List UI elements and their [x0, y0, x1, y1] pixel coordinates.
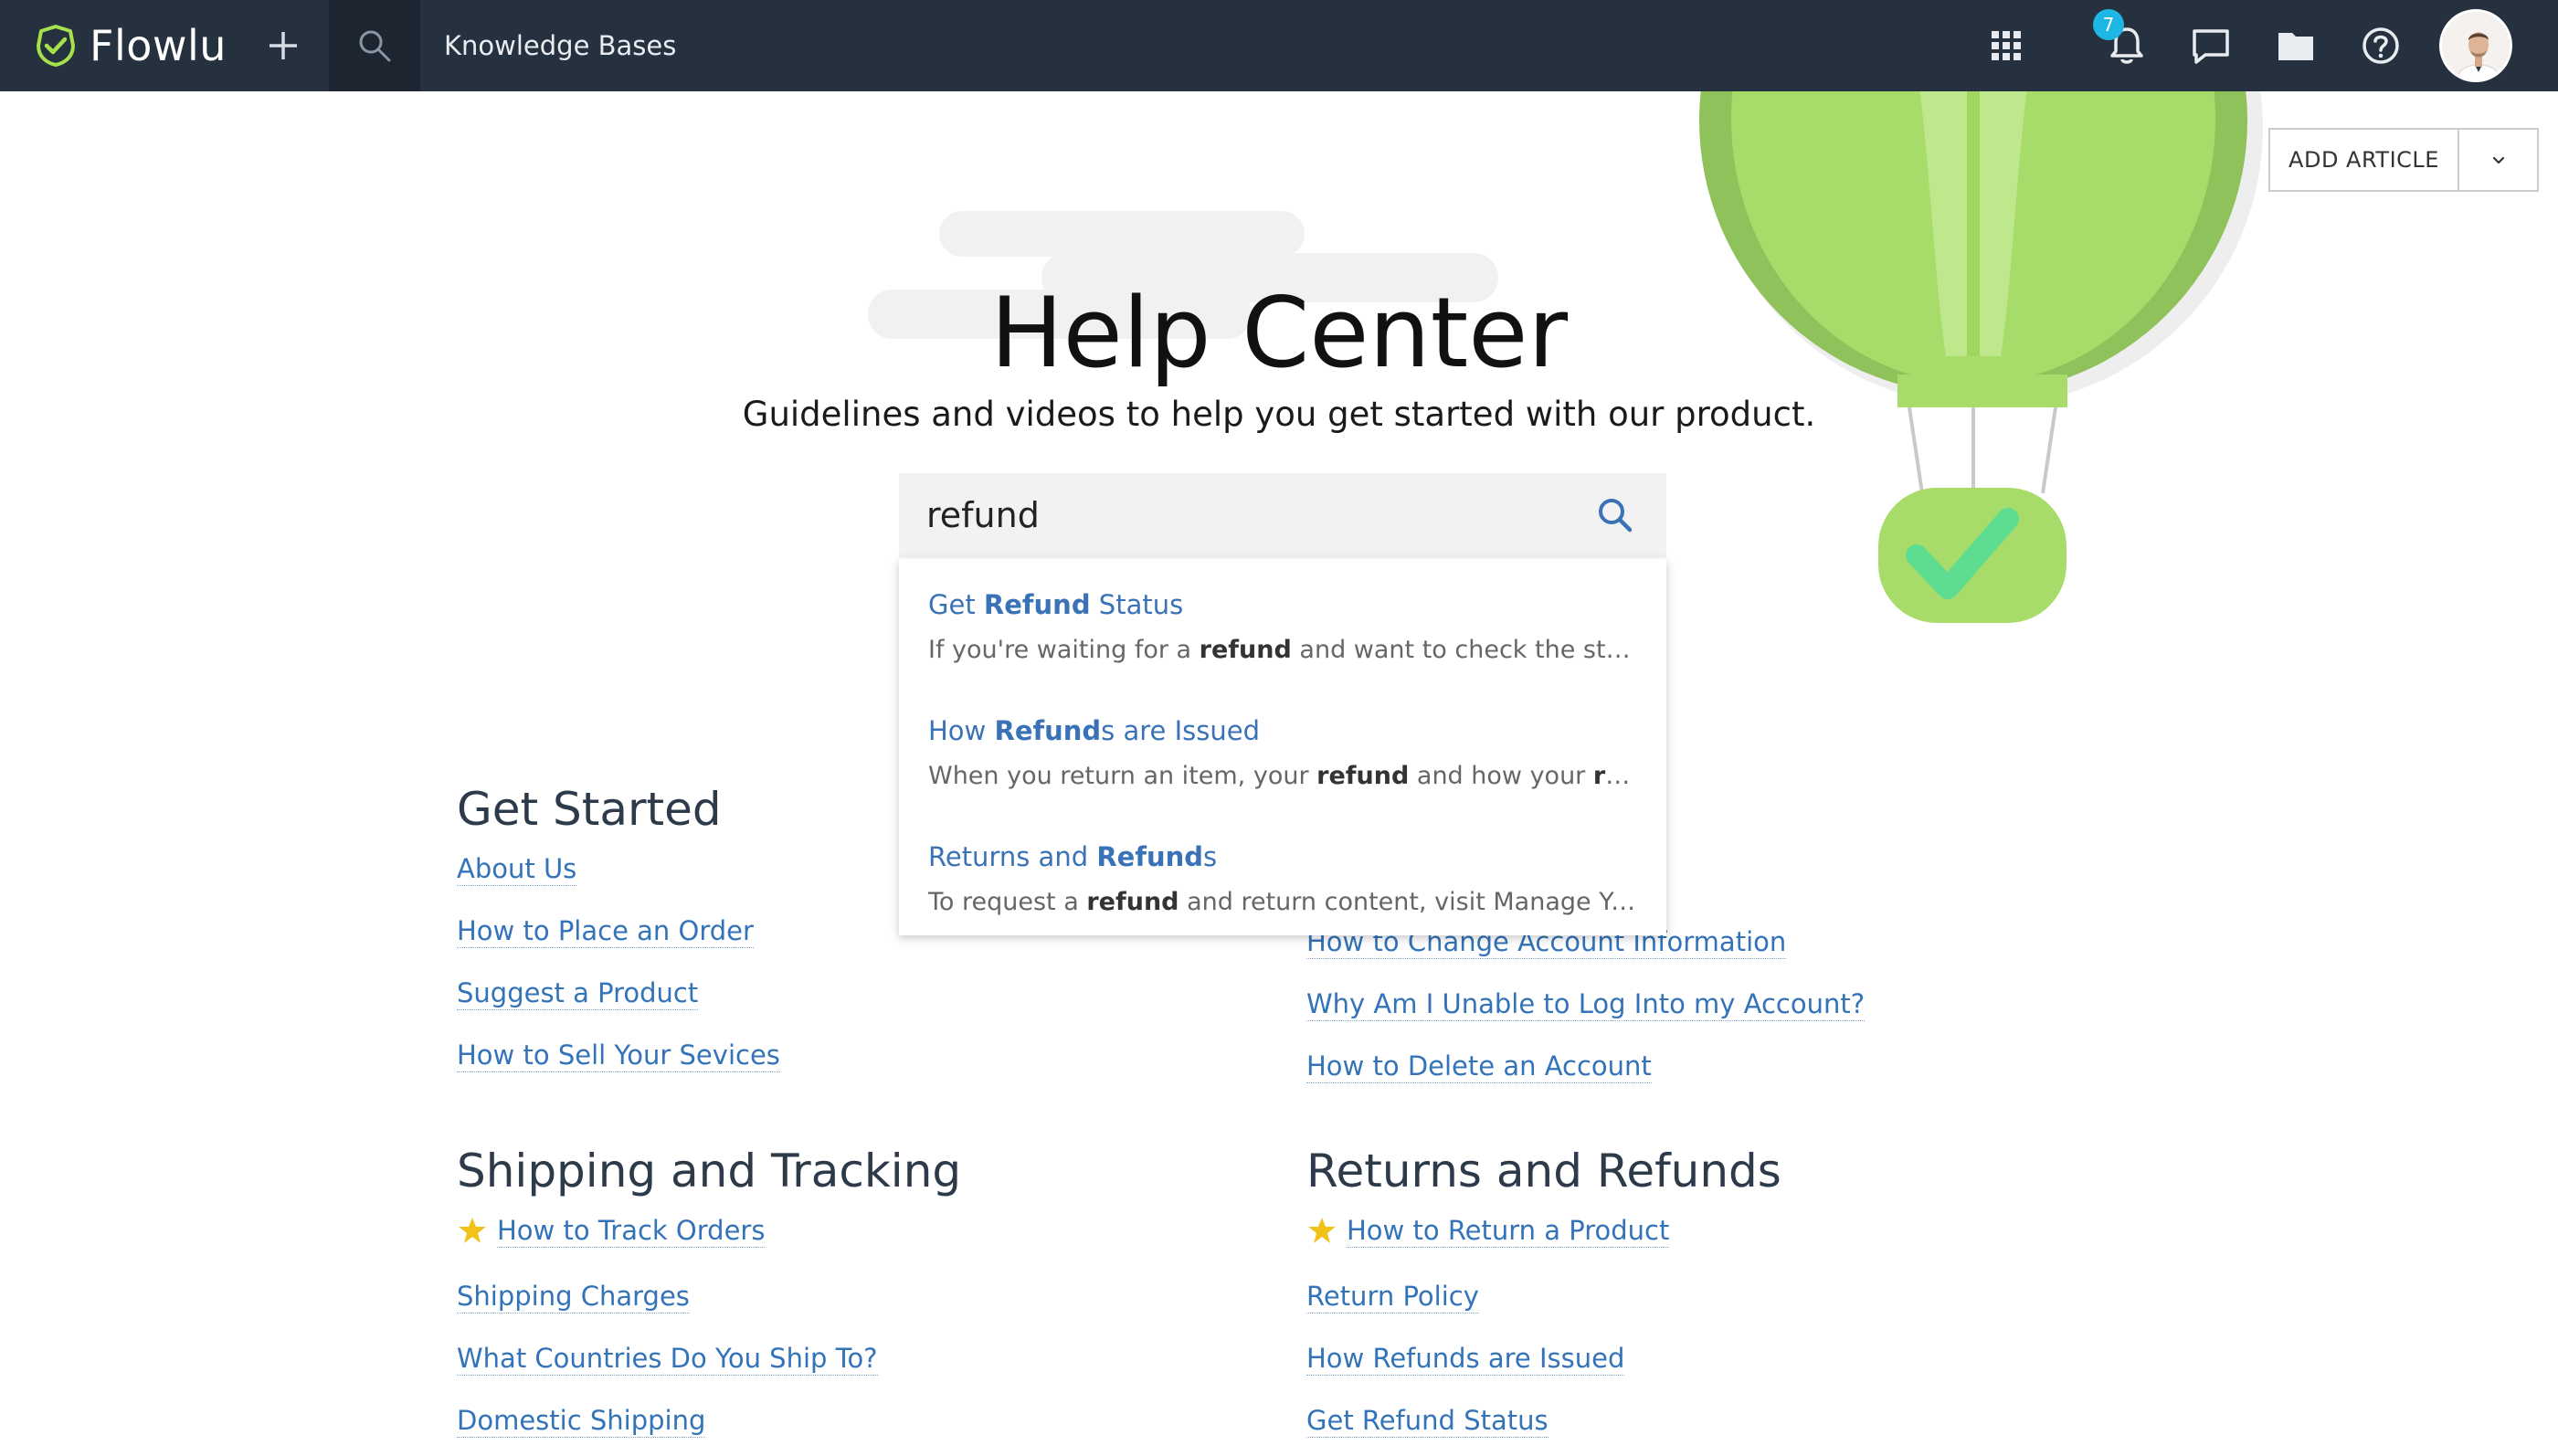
starred-article-row: How to Return a Product — [1306, 1213, 1781, 1248]
add-article-split-button: ADD ARTICLE — [2268, 128, 2539, 192]
suggestion-item[interactable]: How Refunds are Issued When you return a… — [899, 711, 1666, 837]
app-name: Flowlu — [90, 21, 227, 70]
flowlu-logo-icon — [37, 25, 75, 67]
suggestion-title: Returns and Refunds — [928, 841, 1218, 872]
search-icon — [359, 30, 391, 62]
article-link[interactable]: Return Policy — [1306, 1279, 1479, 1314]
create-new-button[interactable] — [258, 24, 309, 68]
flowlu-logo[interactable]: Flowlu — [33, 20, 227, 71]
notification-count-badge: 7 — [2093, 9, 2124, 40]
article-link[interactable]: How to Return a Product — [1347, 1213, 1670, 1248]
category-title: Returns and Refunds — [1306, 1145, 1781, 1198]
article-link[interactable]: Shipping Charges — [457, 1279, 690, 1314]
article-link[interactable]: Domestic Shipping — [457, 1403, 706, 1438]
help-search-input[interactable] — [926, 486, 1566, 544]
star-icon — [459, 1218, 486, 1243]
suggestion-item[interactable]: Returns and Refunds To request a refund … — [899, 837, 1666, 963]
suggestion-snippet: If you're waiting for a refund and want … — [928, 636, 1637, 664]
user-avatar[interactable] — [2439, 9, 2512, 82]
apps-grid-icon — [1992, 31, 2021, 60]
article-link[interactable]: How to Track Orders — [497, 1213, 766, 1248]
help-button[interactable] — [2355, 20, 2406, 71]
category-returns-and-refunds: Returns and Refunds How to Return a Prod… — [1306, 1144, 1781, 1456]
starred-article-row: How to Track Orders — [457, 1213, 961, 1248]
article-link[interactable]: Why Am I Unable to Log Into my Account? — [1306, 986, 1866, 1021]
add-article-button[interactable]: ADD ARTICLE — [2270, 130, 2459, 190]
suggestion-title: How Refunds are Issued — [928, 715, 1261, 746]
suggestion-snippet: When you return an item, your refund and… — [928, 762, 1637, 790]
app-root: Flowlu Knowledge Bases 7 ADD ARTICLE Hel… — [0, 0, 2558, 1456]
article-link[interactable]: How to Sell Your Sevices — [457, 1038, 780, 1072]
help-search-box — [899, 473, 1666, 557]
documents-button[interactable] — [2270, 20, 2321, 71]
article-link[interactable]: How to Delete an Account — [1306, 1049, 1652, 1083]
suggestion-title: Get Refund Status — [928, 589, 1184, 620]
suggestion-item[interactable]: Get Refund Status If you're waiting for … — [899, 585, 1666, 711]
category-title: Shipping and Tracking — [457, 1145, 962, 1198]
page-subtitle: Guidelines and videos to help you get st… — [742, 395, 1816, 434]
plus-icon — [270, 32, 297, 59]
top-navigation-bar: Flowlu Knowledge Bases 7 — [0, 0, 2558, 91]
user-photo — [2442, 12, 2510, 79]
category-shipping-and-tracking: Shipping and Tracking How to Track Order… — [457, 1144, 961, 1456]
chat-icon — [2193, 29, 2229, 64]
search-icon — [1599, 499, 1633, 533]
global-search-button[interactable] — [329, 0, 420, 91]
chevron-down-icon — [2492, 156, 2504, 164]
folder-icon — [2278, 33, 2313, 60]
search-suggestions-dropdown: Get Refund Status If you're waiting for … — [899, 559, 1666, 935]
page-title: Help Center — [989, 277, 1569, 389]
article-link[interactable]: How to Place an Order — [457, 913, 754, 948]
suggestion-snippet: To request a refund and return content, … — [928, 888, 1637, 916]
article-link[interactable]: What Countries Do You Ship To? — [457, 1341, 878, 1376]
add-article-dropdown-toggle[interactable] — [2459, 130, 2537, 190]
article-link[interactable]: About Us — [457, 851, 577, 886]
category-title: Get Started — [457, 783, 722, 836]
category-get-started: Get Started About Us How to Place an Ord… — [457, 782, 780, 1100]
messages-button[interactable] — [2185, 20, 2236, 71]
article-link[interactable]: How Refunds are Issued — [1306, 1341, 1625, 1376]
article-link[interactable]: Suggest a Product — [457, 976, 699, 1010]
help-icon — [2362, 27, 2399, 64]
search-submit-button[interactable] — [1593, 493, 1637, 537]
star-icon — [1308, 1218, 1336, 1243]
breadcrumb[interactable]: Knowledge Bases — [444, 27, 676, 64]
apps-grid-button[interactable] — [1981, 20, 2032, 71]
article-link[interactable]: Get Refund Status — [1306, 1403, 1549, 1438]
